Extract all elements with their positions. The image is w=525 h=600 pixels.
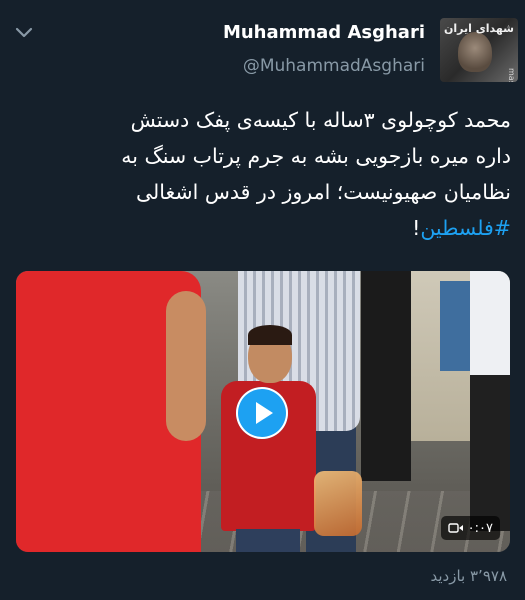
- avatar-watermark: mashreghnews: [502, 68, 516, 82]
- video-scene-arm: [166, 291, 206, 441]
- video-camera-icon: [447, 523, 463, 533]
- chevron-down-icon[interactable]: [14, 26, 34, 40]
- video-duration-badge: ۰:۰۷: [440, 516, 500, 540]
- avatar[interactable]: شهدای ایران mashreghnews: [440, 18, 518, 82]
- video-scene-boy: [248, 325, 292, 345]
- video-scene-snack-bag: [314, 471, 362, 536]
- video-player[interactable]: ۰:۰۷: [16, 271, 510, 552]
- author-name[interactable]: Muhammad Asghari: [223, 22, 425, 43]
- view-count: ۳٬۹۷۸ بازدید: [430, 567, 508, 585]
- play-button[interactable]: [236, 387, 288, 439]
- avatar-face: [458, 32, 492, 72]
- tweet-text: محمد کوچولوی ۳ساله با کیسه‌ی پفک دستش دا…: [15, 102, 511, 246]
- hashtag-link[interactable]: #فلسطین: [420, 216, 511, 240]
- video-scene-person: [361, 271, 411, 481]
- avatar-logo-text: شهدای ایران: [443, 22, 514, 35]
- video-scene-person: [470, 271, 510, 531]
- tweet-line-hashtag: #فلسطین!: [15, 210, 511, 246]
- video-scene-boy: [236, 529, 300, 552]
- tweet-line: نظامیان صهیونیست؛ امروز در قدس اشغالی: [135, 180, 511, 204]
- tweet-line: محمد کوچولوی ۳ساله با کیسه‌ی پفک دستش: [130, 108, 511, 132]
- tweet-line: داره میره بازجویی بشه به جرم پرتاب سنگ ب…: [121, 144, 511, 168]
- author-handle[interactable]: @MuhammadAsghari: [243, 56, 425, 76]
- play-icon: [256, 402, 273, 424]
- video-duration: ۰:۰۷: [467, 520, 493, 536]
